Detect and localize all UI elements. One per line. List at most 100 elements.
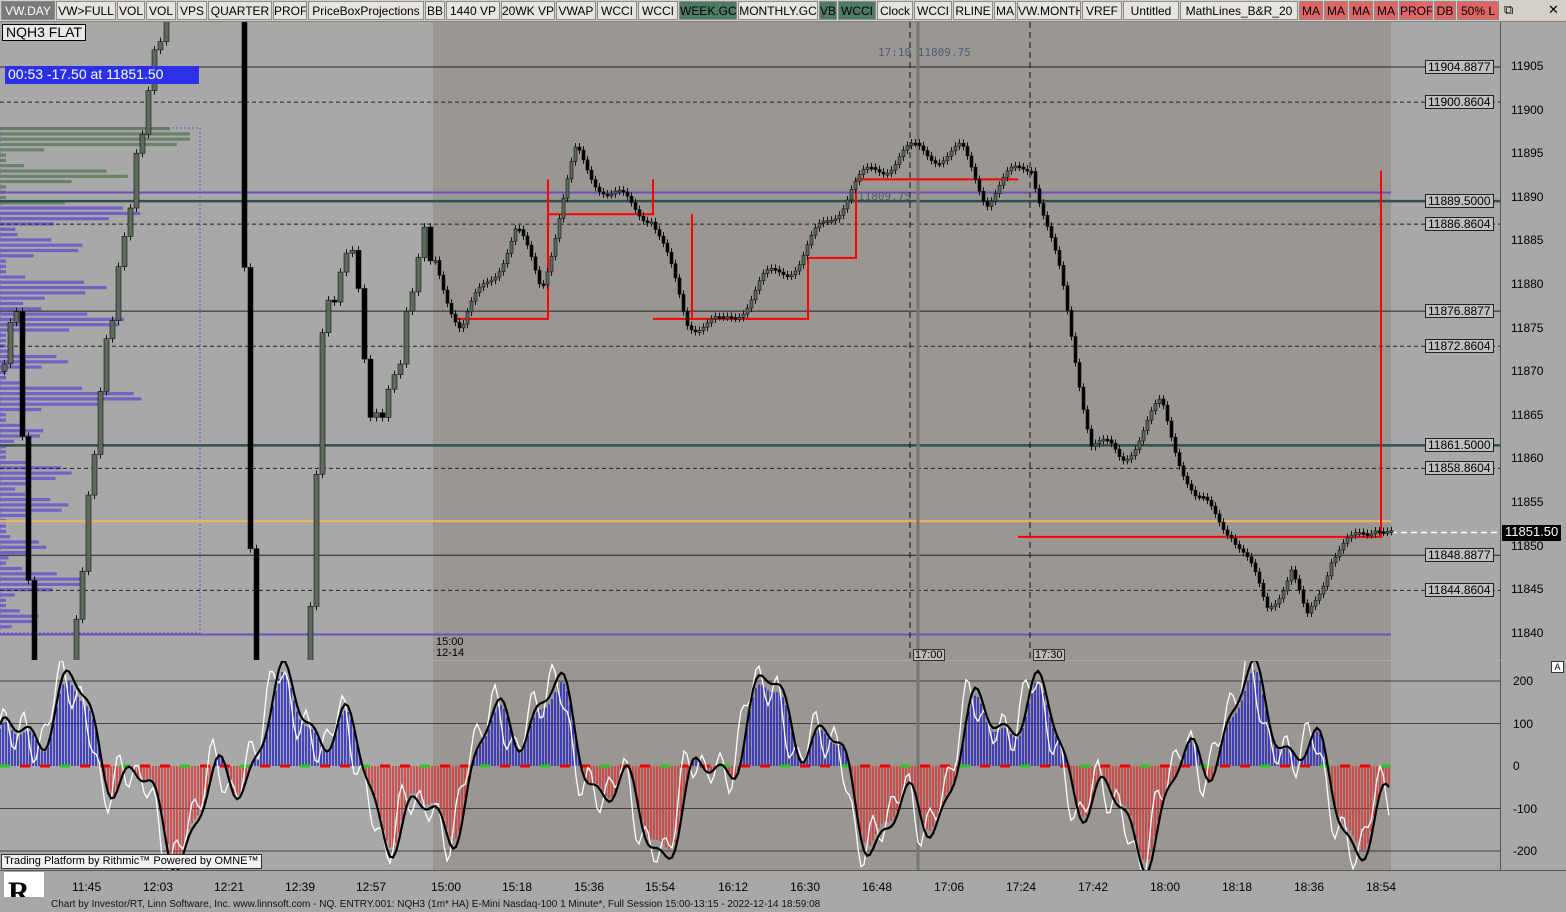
candle	[1157, 398, 1162, 404]
toolbar-button-mathlines-b-r-20[interactable]: MathLines_B&R_20	[1180, 1, 1298, 20]
candle	[1189, 483, 1194, 491]
toolbar-button-ma[interactable]: MA	[1349, 1, 1373, 20]
toolbar-button-wcci[interactable]: WCCI	[638, 1, 678, 20]
candle	[829, 219, 834, 223]
cci-oscillator-panel[interactable]	[0, 661, 1500, 870]
toolbar-button-vol[interactable]: VOL	[146, 1, 176, 20]
candle	[989, 200, 994, 207]
toolbar-button-vps[interactable]: VPS	[177, 1, 207, 20]
candle	[773, 268, 778, 271]
toolbar-button-vw-full[interactable]: VW>FULL	[56, 1, 116, 20]
candle	[657, 229, 662, 237]
candle	[1365, 533, 1370, 536]
candle	[1269, 606, 1274, 609]
price-tick-label: 11900	[1511, 102, 1544, 117]
profile-bar	[0, 492, 26, 496]
price-tick-label: 11885	[1511, 233, 1544, 248]
candle	[705, 322, 710, 328]
candle	[1297, 578, 1302, 591]
candle	[361, 288, 368, 360]
candle	[453, 313, 458, 323]
candle	[929, 155, 934, 161]
candle	[949, 150, 954, 157]
profile-bar	[0, 418, 7, 422]
toolbar-button-wcci[interactable]: WCCI	[838, 1, 876, 20]
candle	[529, 244, 534, 258]
time-axis[interactable]: 11:45 12:03 12:21 12:39 12:57 15:00 15:18 15:36…	[0, 870, 1566, 898]
toolbar-button-priceboxprojections[interactable]: PriceBoxProjections	[308, 1, 424, 20]
toolbar-button-clock[interactable]: Clock	[877, 1, 913, 20]
profile-bar	[0, 535, 11, 539]
candle	[397, 363, 404, 375]
panel-badge[interactable]: A	[1551, 661, 1564, 673]
restore-window-icon[interactable]: ⧉	[1504, 2, 1513, 18]
crosshair-annotation: 17:10 11809.75	[878, 46, 971, 59]
profile-bar	[0, 153, 6, 157]
oscillator-axis[interactable]: 200 100 0 -100 -200	[1500, 661, 1566, 870]
candle	[1241, 548, 1246, 553]
toolbar-button-ma[interactable]: MA	[1324, 1, 1348, 20]
candle	[1253, 562, 1258, 573]
toolbar-button-prof[interactable]: PROF	[273, 1, 307, 20]
symbol-label[interactable]: NQH3 FLAT	[2, 24, 86, 41]
toolbar-button-rline[interactable]: RLINE	[953, 1, 993, 20]
profile-bar	[0, 598, 6, 602]
profile-bar	[0, 529, 6, 533]
toolbar-button-untitled[interactable]: Untitled	[1123, 1, 1179, 20]
toolbar-button-bb[interactable]: BB	[425, 1, 445, 20]
candle	[25, 436, 32, 581]
toolbar-button-quarter[interactable]: QUARTER	[208, 1, 272, 20]
toolbar-button-vref[interactable]: VREF	[1082, 1, 1122, 20]
candle	[73, 618, 80, 660]
candle	[1377, 530, 1382, 534]
toolbar-button-monthly-gc[interactable]: MONTHLY.GC	[738, 1, 818, 20]
price-chart[interactable]	[0, 22, 1500, 660]
candle	[1197, 495, 1202, 499]
toolbar-button-wcci[interactable]: WCCI	[914, 1, 952, 20]
candle	[1145, 419, 1150, 432]
candle	[1333, 556, 1338, 564]
candle	[889, 169, 894, 174]
candle	[445, 289, 450, 304]
candle	[813, 227, 818, 236]
profile-bar	[0, 503, 69, 507]
candle	[761, 273, 766, 282]
candle	[157, 41, 164, 51]
toolbar-button-ma[interactable]: MA	[1374, 1, 1398, 20]
toolbar-button-wcci[interactable]: WCCI	[597, 1, 637, 20]
level-price-label: 11889.5000	[1425, 194, 1494, 209]
close-window-icon[interactable]: ✕	[1548, 2, 1559, 18]
toolbar-button-50-l[interactable]: 50% L	[1457, 1, 1499, 20]
price-axis[interactable]: 11905 11900 11895 11890 11885 11880 11875 11870…	[1500, 22, 1566, 660]
candle	[1005, 170, 1010, 178]
candle	[13, 311, 20, 323]
candle	[809, 234, 814, 246]
toolbar-button-vw-month[interactable]: VW.MONTH	[1017, 1, 1081, 20]
profile-bar	[0, 566, 23, 571]
toolbar-button-prof[interactable]: PROF	[1399, 1, 1433, 20]
candle	[1009, 166, 1014, 172]
toolbar-button-vb[interactable]: VB	[819, 1, 837, 20]
candle	[1177, 452, 1182, 467]
toolbar-button-vwap[interactable]: VWAP	[556, 1, 596, 20]
toolbar-button-vw-day[interactable]: VW.DAY	[1, 1, 55, 20]
toolbar-button-vol[interactable]: VOL	[117, 1, 145, 20]
candle	[1369, 533, 1374, 537]
candle	[665, 242, 670, 253]
toolbar-button-ma[interactable]: MA	[994, 1, 1016, 20]
toolbar-button-db[interactable]: DB	[1434, 1, 1456, 20]
candle	[617, 189, 622, 193]
candle	[741, 313, 746, 318]
time-tick-label: 15:36	[574, 880, 605, 894]
toolbar-button-20wk-vp[interactable]: 20WK VP	[501, 1, 555, 20]
candle	[737, 317, 742, 320]
candle	[629, 195, 634, 203]
toolbar-button-ma[interactable]: MA	[1299, 1, 1323, 20]
toolbar-button-1440-vp[interactable]: 1440 VP	[446, 1, 500, 20]
price-tick-label: 11865	[1511, 407, 1544, 422]
profile-bar	[0, 142, 177, 147]
candle	[513, 228, 518, 242]
profile-bar	[0, 540, 39, 544]
candle	[565, 178, 570, 199]
toolbar-button-week-gc[interactable]: WEEK.GC	[679, 1, 737, 20]
